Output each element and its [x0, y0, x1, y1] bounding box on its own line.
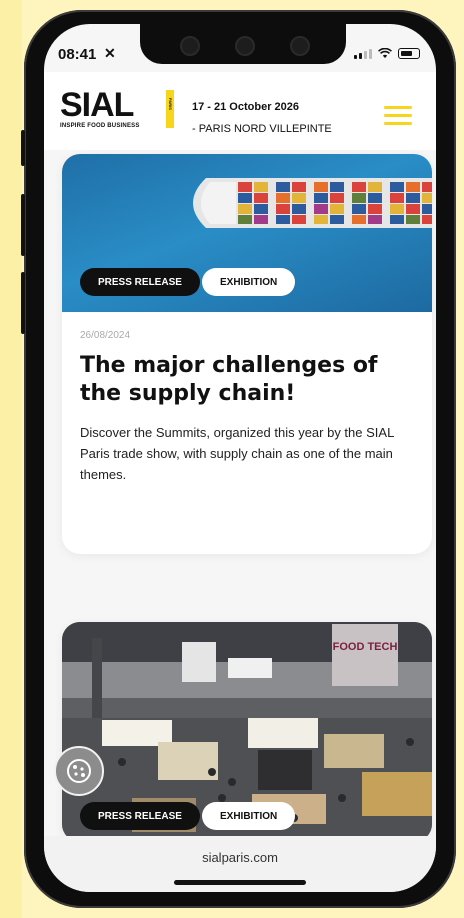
status-icons: [354, 48, 420, 59]
food-tech-sign: FOOD TECH: [333, 641, 398, 653]
article-title[interactable]: The major challenges of the supply chain…: [80, 352, 420, 408]
battery-icon: [398, 48, 420, 59]
article-card[interactable]: PRESS RELEASE EXHIBITION 26/08/2024 The …: [62, 154, 432, 554]
sial-logo[interactable]: SIAL INSPIRE FOOD BUSINESS PARIS: [60, 86, 174, 129]
cookie-settings-button[interactable]: [54, 746, 104, 796]
camera-icon: [180, 36, 200, 56]
browser-bottom-bar: sialparis.com: [44, 836, 436, 892]
cookie-icon: [67, 759, 91, 783]
cellular-signal-icon: [354, 48, 372, 59]
phone-screen: 08:41 ✕ SIAL INSPIRE FOOD BUSINESS PARIS: [44, 24, 436, 892]
wifi-icon: [378, 48, 392, 58]
article-description: Discover the Summits, organized this yea…: [80, 425, 394, 482]
home-indicator[interactable]: [174, 880, 306, 885]
tag-press-release[interactable]: PRESS RELEASE: [80, 268, 200, 296]
site-header: SIAL INSPIRE FOOD BUSINESS PARIS 17 - 21…: [44, 72, 436, 150]
logo-paris-badge: PARIS: [166, 90, 174, 128]
article-feed: PRESS RELEASE EXHIBITION 26/08/2024 The …: [44, 150, 436, 842]
page-background-strip: [0, 0, 22, 918]
event-venue: - PARIS NORD VILLEPINTE: [192, 123, 332, 135]
tag-exhibition[interactable]: EXHIBITION: [202, 802, 296, 830]
sensor-icon: [235, 36, 255, 56]
event-dates: 17 - 21 October 2026: [192, 101, 300, 113]
logo-wordmark: SIAL: [60, 86, 134, 124]
tag-exhibition[interactable]: EXHIBITION: [202, 268, 296, 296]
mute-switch: [21, 130, 25, 166]
camera-icon: [290, 36, 310, 56]
container-ship-image: [193, 178, 432, 228]
volume-down-button: [21, 272, 25, 334]
article-image: PRESS RELEASE EXHIBITION: [62, 154, 432, 312]
hamburger-menu-icon[interactable]: [384, 106, 412, 126]
article-date: 26/08/2024: [80, 330, 131, 341]
article-image: FOOD TECH PRESS RELEASE EXHIBITION: [62, 622, 432, 842]
tools-icon: ✕: [104, 45, 116, 61]
volume-up-button: [21, 194, 25, 256]
notch: [140, 24, 346, 64]
logo-tagline: INSPIRE FOOD BUSINESS: [60, 123, 140, 129]
event-info: 17 - 21 October 2026 - PARIS NORD VILLEP…: [192, 96, 332, 140]
status-bar: 08:41 ✕: [44, 24, 436, 72]
address-bar-url[interactable]: sialparis.com: [44, 850, 436, 865]
tag-press-release[interactable]: PRESS RELEASE: [80, 802, 200, 830]
article-card[interactable]: FOOD TECH PRESS RELEASE EXHIBITION: [62, 622, 432, 842]
status-time: 08:41: [58, 46, 97, 63]
